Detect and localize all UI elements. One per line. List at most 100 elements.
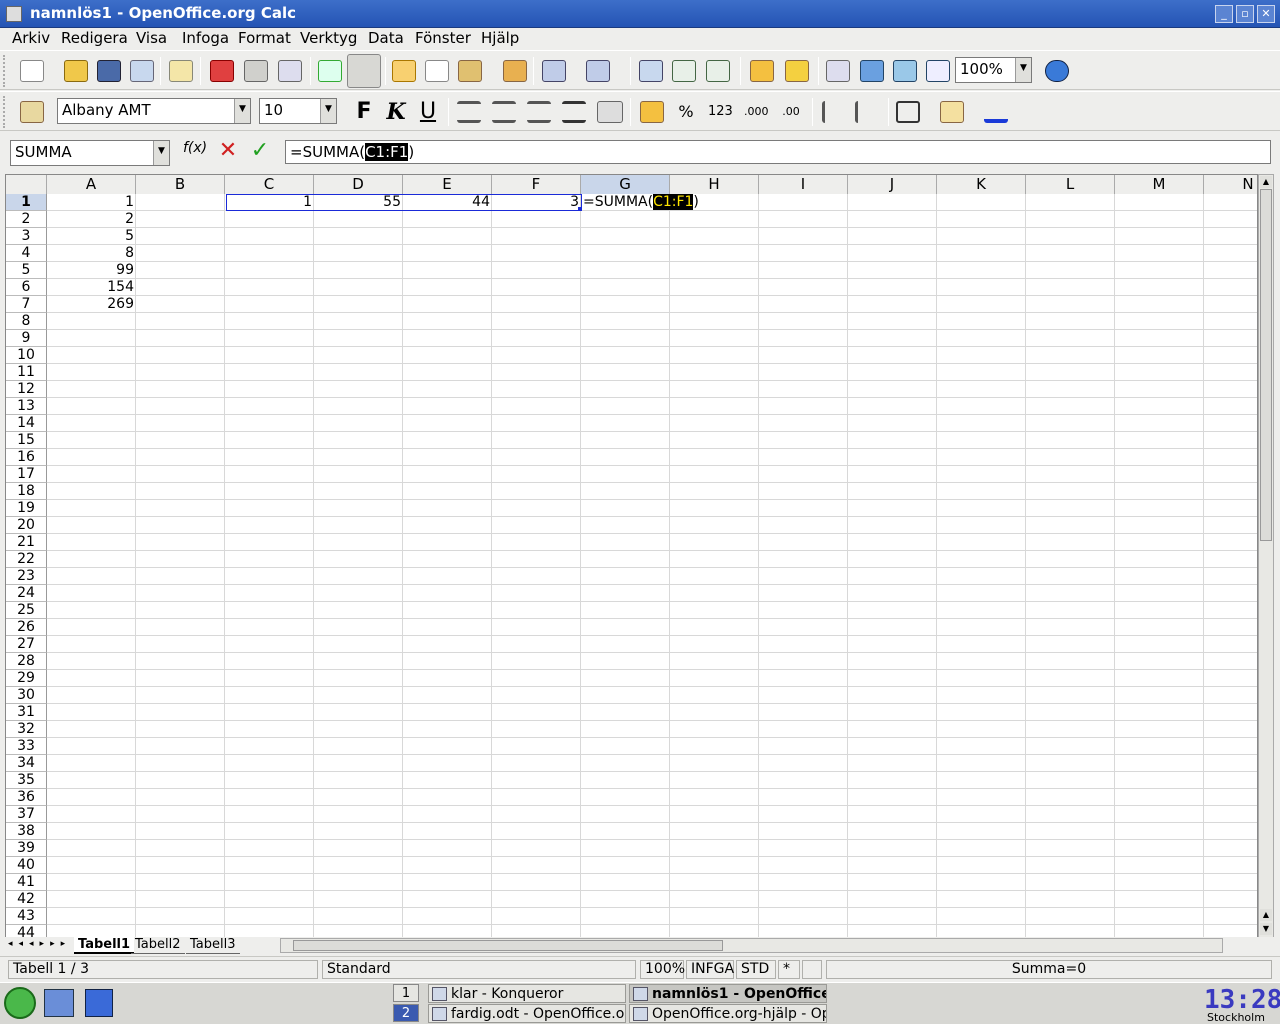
underline-icon[interactable]: U xyxy=(416,101,440,123)
print-preview-icon[interactable] xyxy=(278,60,302,82)
start-menu-icon[interactable] xyxy=(4,987,36,1019)
column-header-b[interactable]: B xyxy=(136,175,225,194)
row-header-13[interactable]: 13 xyxy=(6,398,47,415)
format-paintbrush-icon[interactable] xyxy=(503,60,527,82)
align-right-icon[interactable] xyxy=(527,101,551,123)
spreadsheet-grid[interactable]: ABCDEFGHIJKLMN 1 2 3 4 5 6 7 8 9 10 11 12 13 14 15 16 17… xyxy=(5,174,1258,938)
row-header-36[interactable]: 36 xyxy=(6,789,47,806)
row-header-42[interactable]: 42 xyxy=(6,891,47,908)
chevron-down-icon[interactable]: ▼ xyxy=(1015,58,1031,82)
zoom-combo[interactable]: 100% ▼ xyxy=(955,57,1032,83)
font-size-combo[interactable]: 10 ▼ xyxy=(259,98,337,124)
row-header-22[interactable]: 22 xyxy=(6,551,47,568)
task-konqueror[interactable]: klar - Konqueror xyxy=(428,984,626,1003)
column-header-e[interactable]: E xyxy=(403,175,492,194)
column-header-a[interactable]: A xyxy=(47,175,136,194)
borders-icon[interactable] xyxy=(896,101,920,123)
paste-icon[interactable] xyxy=(458,60,482,82)
column-header-c[interactable]: C xyxy=(225,175,314,194)
row-header-7[interactable]: 7 xyxy=(6,296,47,313)
column-header-f[interactable]: F xyxy=(492,175,581,194)
standard-format-icon[interactable]: 123 xyxy=(708,101,733,123)
data-sources-icon[interactable] xyxy=(926,60,950,82)
column-header-d[interactable]: D xyxy=(314,175,403,194)
column-header-k[interactable]: K xyxy=(937,175,1026,194)
vertical-scroll-thumb[interactable] xyxy=(1260,189,1272,541)
cell-a3[interactable]: 5 xyxy=(47,228,136,245)
cell-c1[interactable]: 1 xyxy=(225,194,314,211)
menu-format[interactable]: Format xyxy=(238,29,291,47)
row-header-12[interactable]: 12 xyxy=(6,381,47,398)
row-header-38[interactable]: 38 xyxy=(6,823,47,840)
row-header-2[interactable]: 2 xyxy=(6,211,47,228)
maximize-button[interactable]: ▫ xyxy=(1236,5,1254,23)
cell-a7[interactable]: 269 xyxy=(47,296,136,313)
spellcheck-icon[interactable] xyxy=(318,60,342,82)
status-zoom[interactable]: 100% xyxy=(640,960,685,979)
chevron-down-icon[interactable]: ▼ xyxy=(234,99,250,123)
redo-icon[interactable] xyxy=(586,60,610,82)
column-header-g[interactable]: G xyxy=(581,175,670,194)
percent-format-icon[interactable]: % xyxy=(674,101,698,123)
row-header-6[interactable]: 6 xyxy=(6,279,47,296)
autospellcheck-icon[interactable] xyxy=(347,54,381,88)
cell-a4[interactable]: 8 xyxy=(47,245,136,262)
row-header-34[interactable]: 34 xyxy=(6,755,47,772)
column-header-h[interactable]: H xyxy=(670,175,759,194)
row-header-39[interactable]: 39 xyxy=(6,840,47,857)
task-help[interactable]: OpenOffice.org-hjälp - Ope xyxy=(629,1004,827,1023)
scroll-down-icon[interactable]: ▼ xyxy=(1260,923,1272,935)
function-wizard-icon[interactable]: f(x) xyxy=(183,140,207,162)
edit-file-icon[interactable] xyxy=(169,60,193,82)
row-header-1[interactable]: 1 xyxy=(6,194,47,211)
styles-formatting-icon[interactable] xyxy=(20,101,44,123)
italic-icon[interactable]: K xyxy=(384,101,408,123)
status-selection-mode[interactable]: STD xyxy=(736,960,776,979)
row-header-14[interactable]: 14 xyxy=(6,415,47,432)
cell-a1[interactable]: 1 xyxy=(47,194,136,211)
new-document-icon[interactable] xyxy=(20,60,44,82)
cancel-icon[interactable]: ✕ xyxy=(216,140,240,162)
close-button[interactable]: ✕ xyxy=(1257,5,1275,23)
row-header-35[interactable]: 35 xyxy=(6,772,47,789)
formula-input[interactable]: =SUMMA(C1:F1) xyxy=(285,140,1271,164)
menu-hjalp[interactable]: Hjälp xyxy=(481,29,519,47)
column-header-j[interactable]: J xyxy=(848,175,937,194)
navigator-icon[interactable] xyxy=(860,60,884,82)
menu-visa[interactable]: Visa xyxy=(136,29,167,47)
row-header-15[interactable]: 15 xyxy=(6,432,47,449)
cell-a2[interactable]: 2 xyxy=(47,211,136,228)
row-header-40[interactable]: 40 xyxy=(6,857,47,874)
row-header-30[interactable]: 30 xyxy=(6,687,47,704)
row-header-27[interactable]: 27 xyxy=(6,636,47,653)
font-name-combo[interactable]: Albany AMT ▼ xyxy=(57,98,251,124)
task-calc[interactable]: namnlös1 - OpenOffice.o xyxy=(629,984,827,1003)
row-header-43[interactable]: 43 xyxy=(6,908,47,925)
column-header-m[interactable]: M xyxy=(1115,175,1204,194)
status-page-style[interactable]: Standard xyxy=(322,960,636,979)
undo-icon[interactable] xyxy=(542,60,566,82)
desktop-2[interactable]: 2 xyxy=(393,1004,419,1022)
calc-app-icon[interactable] xyxy=(6,6,22,22)
row-header-37[interactable]: 37 xyxy=(6,806,47,823)
row-header-11[interactable]: 11 xyxy=(6,364,47,381)
row-header-19[interactable]: 19 xyxy=(6,500,47,517)
column-header-n[interactable]: N xyxy=(1204,175,1257,194)
row-header-29[interactable]: 29 xyxy=(6,670,47,687)
row-header-17[interactable]: 17 xyxy=(6,466,47,483)
row-header-18[interactable]: 18 xyxy=(6,483,47,500)
tab-tabell2[interactable]: Tabell2 xyxy=(131,937,185,954)
row-header-41[interactable]: 41 xyxy=(6,874,47,891)
row-header-20[interactable]: 20 xyxy=(6,517,47,534)
column-header-l[interactable]: L xyxy=(1026,175,1115,194)
hyperlink-icon[interactable] xyxy=(639,60,663,82)
toolbar-grip[interactable] xyxy=(3,55,7,87)
background-color-icon[interactable] xyxy=(940,101,964,123)
tab-navigation-icons[interactable]: ◂◂◂▸▸▸ xyxy=(8,939,71,949)
menu-verktyg[interactable]: Verktyg xyxy=(300,29,357,47)
menu-fonster[interactable]: Fönster xyxy=(415,29,471,47)
cell-d1[interactable]: 55 xyxy=(314,194,403,211)
copy-icon[interactable] xyxy=(425,60,449,82)
desktop-launcher-icon[interactable] xyxy=(44,989,74,1017)
row-header-5[interactable]: 5 xyxy=(6,262,47,279)
